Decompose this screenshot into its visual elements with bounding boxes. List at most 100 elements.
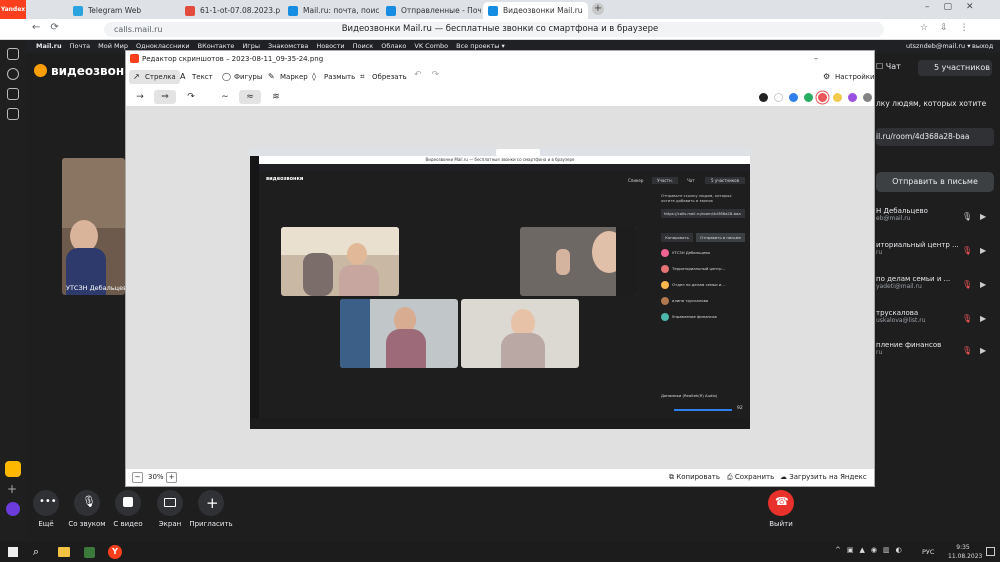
participant-row[interactable]: Н Дебальцево eb@mail.ru (876, 207, 928, 222)
logout-link[interactable]: выход (972, 40, 993, 53)
tool-shapes[interactable]: ◯ Фигуры (218, 70, 266, 84)
new-tab-button[interactable]: + (592, 3, 604, 15)
search-icon[interactable]: ⌕ (33, 545, 39, 559)
yandex-browser-icon[interactable]: Y (108, 545, 122, 559)
copy-button[interactable]: ⧉ Копировать (669, 469, 720, 486)
leave-call-button[interactable]: ☎ (768, 490, 794, 516)
tab-mail[interactable]: Mail.ru: почта, поиск в ин (283, 2, 379, 19)
tray-icons[interactable]: ^▣▲◉▥◐ (835, 546, 908, 554)
microphone-off-icon[interactable]: 🎙 (962, 280, 972, 289)
arrow-style-thin-icon[interactable]: → (129, 90, 151, 104)
portal-link[interactable]: Знакомства (268, 42, 308, 50)
color-red[interactable] (818, 93, 827, 102)
send-email-button[interactable]: Отправить в письме (876, 172, 994, 192)
portal-link[interactable]: ВКонтакте (198, 42, 235, 50)
inner-avatar (661, 281, 669, 289)
portal-link[interactable]: Новости (316, 42, 344, 50)
window-controls[interactable]: –▢✕ (925, 2, 988, 12)
screen-share-button[interactable] (157, 490, 183, 516)
participants-button[interactable]: 5 участников (918, 60, 992, 76)
alice-icon[interactable] (6, 502, 20, 516)
arrow-style-thick-icon[interactable]: ⇒ (154, 90, 176, 104)
sidebar-icon[interactable] (7, 48, 19, 60)
microphone-off-icon[interactable]: 🎙 (962, 246, 972, 255)
participant-row[interactable]: по делам семьи и ... yadeti@mail.ru (876, 275, 950, 290)
tab-telegram[interactable]: Telegram Web (68, 2, 178, 19)
tool-crop[interactable]: ⌗ Обрезать (356, 70, 411, 84)
tool-arrow[interactable]: ↗ Стрелка (129, 70, 180, 84)
color-gray[interactable] (863, 93, 872, 102)
invite-link[interactable]: il.ru/room/4d368a28-baa (876, 128, 994, 146)
participant-row[interactable]: пление финансов ru (876, 341, 941, 356)
color-purple[interactable] (848, 93, 857, 102)
embedded-screenshot: Видеозвонки Mail.ru — бесплатные звонки … (250, 148, 750, 429)
zoom-out-button[interactable]: − (132, 472, 143, 483)
sidebar-icon[interactable] (7, 108, 19, 120)
microphone-off-icon[interactable]: 🎙 (962, 314, 972, 323)
tool-text[interactable]: A Текст (176, 70, 217, 84)
user-menu[interactable]: utszndeb@mail.ru ▾ (906, 40, 970, 53)
more-button[interactable]: ••• (33, 490, 59, 516)
line-medium-icon[interactable]: ≈ (239, 90, 261, 104)
participant-row[interactable]: иториальный центр ... ru (876, 241, 959, 256)
notifications-icon[interactable] (986, 547, 995, 556)
file-explorer-icon[interactable] (58, 547, 70, 557)
zoom-in-button[interactable]: + (166, 472, 177, 483)
portal-link[interactable]: Игры (242, 42, 260, 50)
portal-link[interactable]: Облако (381, 42, 406, 50)
tab-sent[interactable]: Отправленные - Почта M (381, 2, 481, 19)
undo-redo[interactable]: ↶↷ (414, 70, 449, 80)
tab-pdf[interactable]: 61-1-ot-07.08.2023.pdf (180, 2, 280, 19)
language-indicator[interactable]: РУС (922, 548, 934, 556)
color-blue[interactable] (789, 93, 798, 102)
sidebar-icon[interactable] (7, 68, 19, 80)
tab-videocalls[interactable]: Видеозвонки Mail.ru (483, 2, 588, 19)
portal-link[interactable]: VK Combo (414, 42, 448, 50)
upload-yandex-disk-button[interactable]: ☁ Загрузить на Яндекс Диск (780, 469, 874, 503)
store-icon[interactable] (84, 547, 95, 558)
portal-link[interactable]: Все проекты ▾ (456, 42, 505, 50)
camera-icon[interactable]: ▶ (980, 212, 986, 221)
yandex-logo[interactable]: Yandex (0, 0, 26, 19)
portal-link[interactable]: Почта (70, 42, 90, 50)
line-thin-icon[interactable]: ∼ (214, 90, 236, 104)
camera-button[interactable] (115, 490, 141, 516)
save-button[interactable]: ⎙ Сохранить (727, 469, 774, 486)
nav-buttons[interactable]: ←⟳ (32, 22, 69, 33)
participant-row[interactable]: трускалова uskalova@list.ru (876, 309, 926, 324)
camera-icon[interactable]: ▶ (980, 246, 986, 255)
camera-icon[interactable]: ▶ (980, 314, 986, 323)
clock[interactable]: 9:35 11.08.2023 (948, 543, 982, 561)
add-icon[interactable]: + (7, 482, 17, 496)
portal-link[interactable]: Одноклассники (136, 42, 190, 50)
settings-button[interactable]: ⚙ Настройки (819, 70, 879, 84)
editor-canvas[interactable]: Видеозвонки Mail.ru — бесплатные звонки … (126, 107, 874, 469)
line-thick-icon[interactable]: ≋ (265, 90, 287, 104)
portal-link[interactable]: Мой Мир (98, 42, 128, 50)
browser-actions[interactable]: ☆⇩⋮ (920, 23, 981, 33)
portal-link[interactable]: Mail.ru (36, 42, 62, 50)
sidebar-icon[interactable] (7, 88, 19, 100)
color-green[interactable] (804, 93, 813, 102)
arrow-style-curved-icon[interactable]: ↷ (180, 90, 202, 104)
invite-button[interactable]: + (198, 490, 224, 516)
camera-icon[interactable]: ▶ (980, 346, 986, 355)
microphone-off-icon[interactable]: 🎙 (962, 346, 972, 355)
microphone-icon[interactable]: 🎙 (962, 212, 972, 221)
mail-app-icon[interactable] (5, 461, 21, 477)
camera-icon[interactable]: ▶ (980, 280, 986, 289)
inner-active-tab (496, 149, 540, 156)
windows-start-icon[interactable] (8, 547, 18, 557)
microphone-button[interactable]: 🎙 (74, 490, 100, 516)
chat-button[interactable]: ☐ Чат (876, 62, 901, 71)
color-yellow[interactable] (833, 93, 842, 102)
portal-link[interactable]: Поиск (353, 42, 374, 50)
tool-label: Маркер (280, 73, 308, 81)
tool-marker[interactable]: ✎ Маркер (264, 70, 312, 84)
inner-avatar (661, 249, 669, 257)
tool-blur[interactable]: ◊ Размыть (308, 70, 359, 84)
color-black[interactable] (759, 93, 768, 102)
participant-tile[interactable]: УТСЗН Дебальцево (62, 158, 125, 295)
url-field[interactable]: calls.mail.ru (104, 22, 884, 37)
color-white[interactable] (774, 93, 783, 102)
